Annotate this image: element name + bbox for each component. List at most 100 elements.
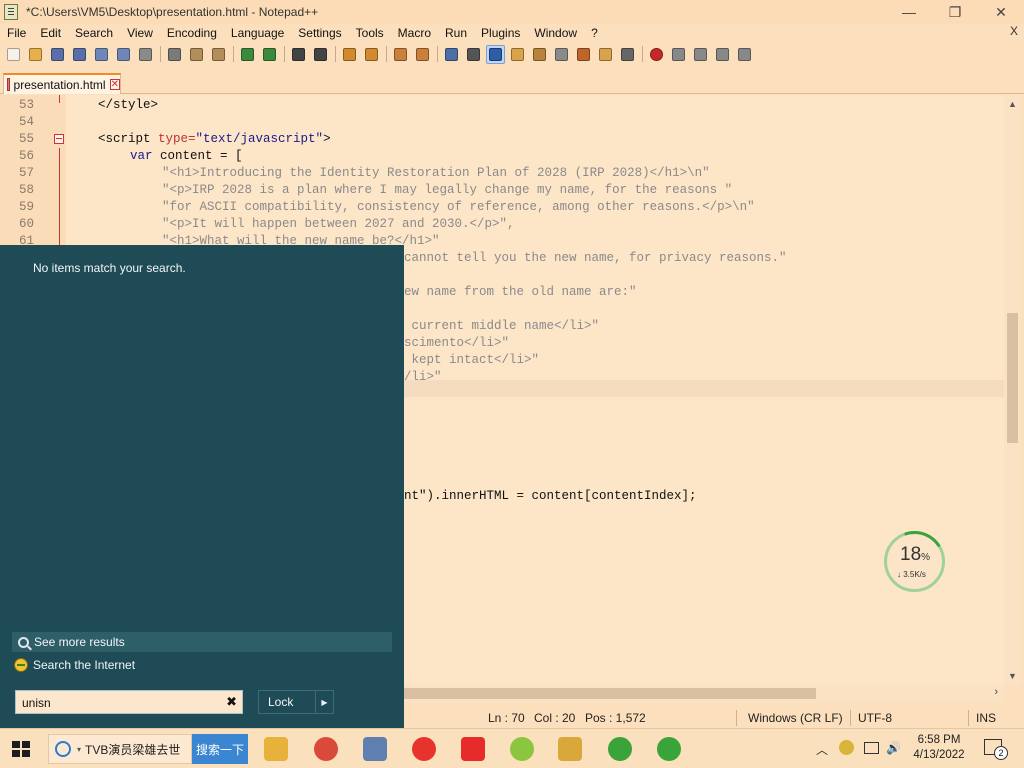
network-icon[interactable] xyxy=(864,742,879,754)
menu-tools[interactable]: Tools xyxy=(349,26,391,40)
minimize-button[interactable]: — xyxy=(886,0,932,24)
clear-search-icon[interactable]: ✖ xyxy=(226,694,237,710)
monitoring-button[interactable] xyxy=(618,45,637,64)
volume-icon[interactable]: 🔊 xyxy=(886,741,901,755)
word-wrap-button[interactable] xyxy=(442,45,461,64)
redo-button[interactable] xyxy=(260,45,279,64)
windows-start-icon[interactable] xyxy=(12,741,30,758)
taskbar-clock[interactable]: 6:58 PM 4/13/2022 xyxy=(912,733,966,763)
zoom-in-button[interactable] xyxy=(340,45,359,64)
scroll-right-icon[interactable]: › xyxy=(994,686,998,698)
code-fragment[interactable]: ew name from the old name are:" xyxy=(404,284,1004,301)
find-button[interactable] xyxy=(289,45,308,64)
code-line[interactable]: 57 "<h1>Introducing the Identity Restorat… xyxy=(0,165,1004,182)
open-file-button[interactable] xyxy=(26,45,45,64)
tray-expand-icon[interactable]: ︿ xyxy=(816,741,828,758)
sync-app-icon[interactable] xyxy=(510,737,534,761)
user-lang-button[interactable] xyxy=(508,45,527,64)
replace-button[interactable] xyxy=(311,45,330,64)
start-search-box[interactable]: ✖ xyxy=(15,690,243,714)
maximize-button[interactable]: ❐ xyxy=(932,0,978,24)
print-button[interactable] xyxy=(136,45,155,64)
menu-view[interactable]: View xyxy=(120,26,160,40)
save-all-button[interactable] xyxy=(70,45,89,64)
code-line[interactable]: 59 "for ASCII compatibility, consistency … xyxy=(0,199,1004,216)
save-macro-button[interactable] xyxy=(735,45,754,64)
taskbar-search-box[interactable]: ▾ TVB演员梁雄去世 xyxy=(48,734,192,764)
menu-encoding[interactable]: Encoding xyxy=(160,26,224,40)
plus-app-icon[interactable] xyxy=(608,737,632,761)
code-fragment[interactable]: current middle name</li>" xyxy=(404,318,1004,335)
notepad-plus-plus-icon[interactable] xyxy=(363,737,387,761)
start-search-input[interactable] xyxy=(22,694,212,711)
indent-guide-button[interactable] xyxy=(486,44,505,64)
file-explorer-icon[interactable] xyxy=(264,737,288,761)
yandex-browser-icon[interactable] xyxy=(412,737,436,761)
plus-app-2-icon[interactable] xyxy=(657,737,681,761)
stop-record-button[interactable] xyxy=(669,45,688,64)
doc-list-button[interactable] xyxy=(552,45,571,64)
close-document-button[interactable]: X xyxy=(1010,24,1018,38)
code-fragment[interactable]: scimento</li>" xyxy=(404,335,1004,352)
play-macro-button[interactable] xyxy=(691,45,710,64)
menu-window[interactable]: Window xyxy=(527,26,584,40)
undo-button[interactable] xyxy=(238,45,257,64)
code-fragment[interactable]: cannot tell you the new name, for privac… xyxy=(404,250,1004,267)
code-line[interactable]: 58 "<p>IRP 2028 is a plan where I may leg… xyxy=(0,182,1004,199)
menu-settings[interactable]: Settings xyxy=(291,26,348,40)
menu-search[interactable]: Search xyxy=(68,26,120,40)
code-fragment[interactable]: kept intact</li>" xyxy=(404,352,1004,369)
see-more-results-link[interactable]: See more results xyxy=(12,632,392,652)
menu-help[interactable]: ? xyxy=(584,26,605,40)
fold-collapse-icon[interactable] xyxy=(54,134,64,144)
menu-run[interactable]: Run xyxy=(438,26,474,40)
status-eol[interactable]: Windows (CR LF) xyxy=(748,711,843,725)
code-line[interactable]: 55 <script type="text/javascript"> xyxy=(0,131,1004,148)
menu-edit[interactable]: Edit xyxy=(33,26,68,40)
sync-horizontal-button[interactable] xyxy=(413,45,432,64)
horizontal-scroll-thumb[interactable] xyxy=(404,688,816,699)
folder-workspace-button[interactable] xyxy=(596,45,615,64)
run-macro-multiple-button[interactable] xyxy=(713,45,732,64)
power-options-arrow-icon[interactable]: ▶ xyxy=(315,691,333,713)
scroll-down-icon[interactable]: ▼ xyxy=(1008,671,1017,681)
doc-map-button[interactable] xyxy=(530,45,549,64)
chevron-down-icon[interactable]: ▾ xyxy=(77,745,81,754)
lock-button[interactable]: Lock ▶ xyxy=(258,690,334,714)
code-line[interactable]: 56 var content = [ xyxy=(0,148,1004,165)
paste-button[interactable] xyxy=(209,45,228,64)
action-center-button[interactable]: 2 xyxy=(984,739,1008,760)
record-macro-button[interactable] xyxy=(647,45,666,64)
tab-presentation-html[interactable]: presentation.html ✕ xyxy=(3,73,121,94)
show-all-chars-button[interactable] xyxy=(464,45,483,64)
sync-vertical-button[interactable] xyxy=(391,45,410,64)
vertical-scrollbar[interactable]: ▲ ▼ xyxy=(1004,95,1021,685)
code-fragment[interactable]: /li>" xyxy=(404,369,1004,386)
scroll-up-icon[interactable]: ▲ xyxy=(1008,99,1017,109)
menu-macro[interactable]: Macro xyxy=(391,26,438,40)
code-line[interactable]: 54 xyxy=(0,114,1004,131)
save-button[interactable] xyxy=(48,45,67,64)
taskbar-search-button[interactable]: 搜索一下 xyxy=(192,734,248,764)
menu-file[interactable]: File xyxy=(0,26,33,40)
menu-language[interactable]: Language xyxy=(224,26,291,40)
close-all-button[interactable] xyxy=(114,45,133,64)
code-fragment[interactable]: nt").innerHTML = content[contentIndex]; xyxy=(404,488,1004,505)
chrome-icon[interactable] xyxy=(314,737,338,761)
tab-close-icon[interactable]: ✕ xyxy=(109,79,120,90)
copy-button[interactable] xyxy=(187,45,206,64)
tray-app-icon[interactable] xyxy=(839,740,854,755)
zoom-out-button[interactable] xyxy=(362,45,381,64)
network-speed-widget[interactable]: 18% ↓ 3.5K/s xyxy=(884,531,945,592)
close-file-button[interactable] xyxy=(92,45,111,64)
chart-app-icon[interactable] xyxy=(558,737,582,761)
search-internet-link[interactable]: Search the Internet xyxy=(14,656,135,674)
vertical-scroll-thumb[interactable] xyxy=(1007,313,1018,443)
close-button[interactable]: ✕ xyxy=(978,0,1024,24)
cut-button[interactable] xyxy=(165,45,184,64)
yandex-icon[interactable] xyxy=(461,737,485,761)
code-line[interactable]: 53 </style> xyxy=(0,97,1004,114)
status-encoding[interactable]: UTF-8 xyxy=(858,711,892,725)
function-list-button[interactable] xyxy=(574,45,593,64)
new-file-button[interactable] xyxy=(4,45,23,64)
